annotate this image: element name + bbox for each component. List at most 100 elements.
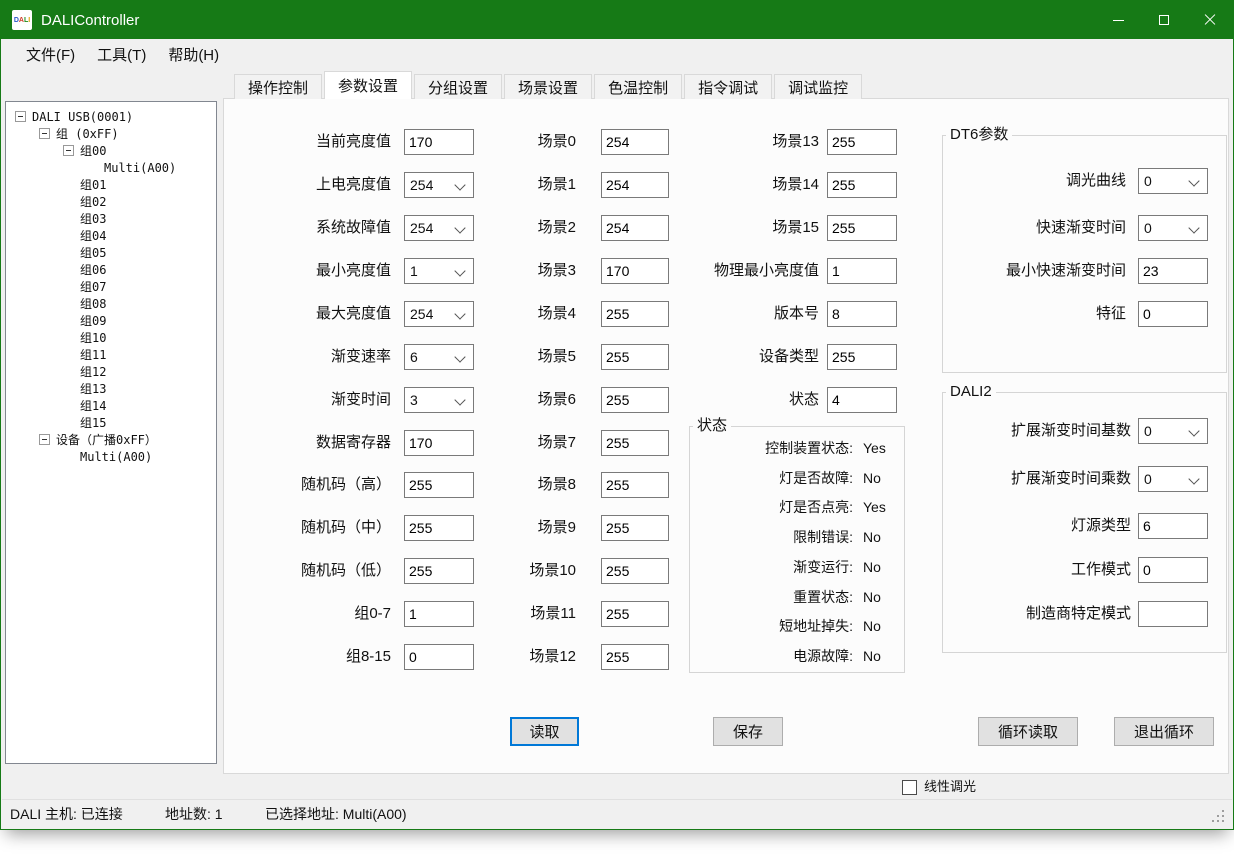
tree-item-label: 组07 — [80, 278, 106, 295]
status-input[interactable] — [827, 387, 897, 413]
minimize-button[interactable] — [1095, 1, 1141, 39]
read-button[interactable]: 读取 — [510, 717, 579, 746]
field-label: 数据寄存器 — [241, 430, 391, 456]
field-label: 最小亮度值 — [241, 258, 391, 284]
tree-item-group06[interactable]: 组06 — [6, 261, 216, 278]
scene-13-input[interactable] — [827, 129, 897, 155]
tab-parameter-settings[interactable]: 参数设置 — [324, 71, 412, 99]
device-type-input[interactable] — [827, 344, 897, 370]
tree-item-dali-usb[interactable]: DALI USB(0001) — [6, 108, 216, 125]
field-label: 组0-7 — [241, 601, 391, 627]
tree-item-group-root[interactable]: 组 (0xFF) — [6, 125, 216, 142]
min-fast-fade-time-input[interactable] — [1138, 258, 1208, 284]
light-source-type-input[interactable] — [1138, 513, 1208, 539]
status-label: 渐变运行: — [691, 557, 853, 577]
menu-item-tools[interactable]: 工具(T) — [86, 40, 157, 69]
operating-mode-input[interactable] — [1138, 557, 1208, 583]
tree-item-group07[interactable]: 组07 — [6, 278, 216, 295]
tab-scene-settings[interactable]: 场景设置 — [504, 74, 592, 99]
tree-item-multi-a00[interactable]: Multi(A00) — [6, 159, 216, 176]
scene-12-input[interactable] — [601, 644, 669, 670]
tree-item-group02[interactable]: 组02 — [6, 193, 216, 210]
tree-item-group10[interactable]: 组10 — [6, 329, 216, 346]
status-label: 控制装置状态: — [691, 438, 853, 458]
status-value: No — [863, 468, 881, 488]
field-label: 扩展渐变时间乘数 — [946, 466, 1131, 492]
tree-item-group13[interactable]: 组13 — [6, 380, 216, 397]
close-button[interactable] — [1187, 1, 1233, 39]
resize-grip[interactable] — [1222, 820, 1224, 822]
collapse-icon[interactable] — [39, 434, 50, 445]
ext-fade-time-mult-combobox[interactable]: 0 — [1138, 466, 1208, 492]
field-label: 随机码（低） — [241, 558, 391, 584]
field-label: 版本号 — [651, 301, 819, 327]
maximize-icon — [1159, 15, 1169, 25]
phys-min-level-input[interactable] — [827, 258, 897, 284]
version-input[interactable] — [827, 301, 897, 327]
field-label: 最小快速渐变时间 — [946, 258, 1126, 284]
statusbar-selected-address: 已选择地址: Multi(A00) — [265, 800, 407, 829]
dim-curve-combobox[interactable]: 0 — [1138, 168, 1208, 194]
tree-item-group11[interactable]: 组11 — [6, 346, 216, 363]
tab-debug-monitor[interactable]: 调试监控 — [774, 74, 862, 99]
ext-fade-time-base-combobox[interactable]: 0 — [1138, 418, 1208, 444]
tree-item-group04[interactable]: 组04 — [6, 227, 216, 244]
collapse-icon[interactable] — [15, 111, 26, 122]
tree-item-group08[interactable]: 组08 — [6, 295, 216, 312]
manufacturer-mode-input[interactable] — [1138, 601, 1208, 627]
tree-item-group15[interactable]: 组15 — [6, 414, 216, 431]
scene-11-input[interactable] — [601, 601, 669, 627]
device-tree: DALI USB(0001) 组 (0xFF) 组00 Multi(A00) 组… — [5, 101, 217, 764]
tree-item-label: Multi(A00) — [80, 450, 152, 464]
linear-dimming-checkbox[interactable] — [902, 780, 917, 795]
scene-7-input[interactable] — [601, 430, 669, 456]
field-label: 场景3 — [441, 258, 576, 284]
dali2-groupbox-title: DALI2 — [946, 382, 996, 401]
loop-read-button[interactable]: 循环读取 — [978, 717, 1078, 746]
tree-item-group12[interactable]: 组12 — [6, 363, 216, 380]
tree-item-group14[interactable]: 组14 — [6, 397, 216, 414]
tree-item-group00[interactable]: 组00 — [6, 142, 216, 159]
tree-item-label: 组06 — [80, 261, 106, 278]
scene-15-input[interactable] — [827, 215, 897, 241]
tree-item-device-broadcast[interactable]: 设备（广播0xFF） — [6, 431, 216, 448]
tree-item-group01[interactable]: 组01 — [6, 176, 216, 193]
collapse-icon[interactable] — [39, 128, 50, 139]
field-label: 快速渐变时间 — [946, 215, 1126, 241]
scene-10-input[interactable] — [601, 558, 669, 584]
status-value: No — [863, 616, 881, 636]
combo-value: 0 — [1144, 423, 1152, 439]
save-button[interactable]: 保存 — [713, 717, 783, 746]
scene-14-input[interactable] — [827, 172, 897, 198]
statusbar-address-count: 地址数: 1 — [165, 800, 223, 829]
field-label: 设备类型 — [651, 344, 819, 370]
scene-9-input[interactable] — [601, 515, 669, 541]
fast-fade-time-combobox[interactable]: 0 — [1138, 215, 1208, 241]
maximize-button[interactable] — [1141, 1, 1187, 39]
tree-item-group03[interactable]: 组03 — [6, 210, 216, 227]
field-label: 场景9 — [441, 515, 576, 541]
field-label: 场景4 — [441, 301, 576, 327]
tree-item-group05[interactable]: 组05 — [6, 244, 216, 261]
combo-value: 0 — [1144, 471, 1152, 487]
status-value: No — [863, 557, 881, 577]
tree-item-label: 组08 — [80, 295, 106, 312]
collapse-icon[interactable] — [63, 145, 74, 156]
exit-loop-button[interactable]: 退出循环 — [1114, 717, 1214, 746]
tab-operation-control[interactable]: 操作控制 — [234, 74, 322, 99]
tree-item-group09[interactable]: 组09 — [6, 312, 216, 329]
tab-color-temp-control[interactable]: 色温控制 — [594, 74, 682, 99]
field-label: 场景15 — [651, 215, 819, 241]
field-label: 场景0 — [441, 129, 576, 155]
tab-grouping-settings[interactable]: 分组设置 — [414, 74, 502, 99]
status-label: 电源故障: — [691, 646, 853, 666]
menu-item-file[interactable]: 文件(F) — [15, 40, 86, 69]
tree-item-multi-a00[interactable]: Multi(A00) — [6, 448, 216, 465]
tree-item-label: DALI USB(0001) — [32, 110, 133, 124]
tree-item-label: 组04 — [80, 227, 106, 244]
field-label: 场景11 — [441, 601, 576, 627]
menu-item-help[interactable]: 帮助(H) — [157, 40, 230, 69]
scene-8-input[interactable] — [601, 472, 669, 498]
features-input[interactable] — [1138, 301, 1208, 327]
tab-command-debug[interactable]: 指令调试 — [684, 74, 772, 99]
